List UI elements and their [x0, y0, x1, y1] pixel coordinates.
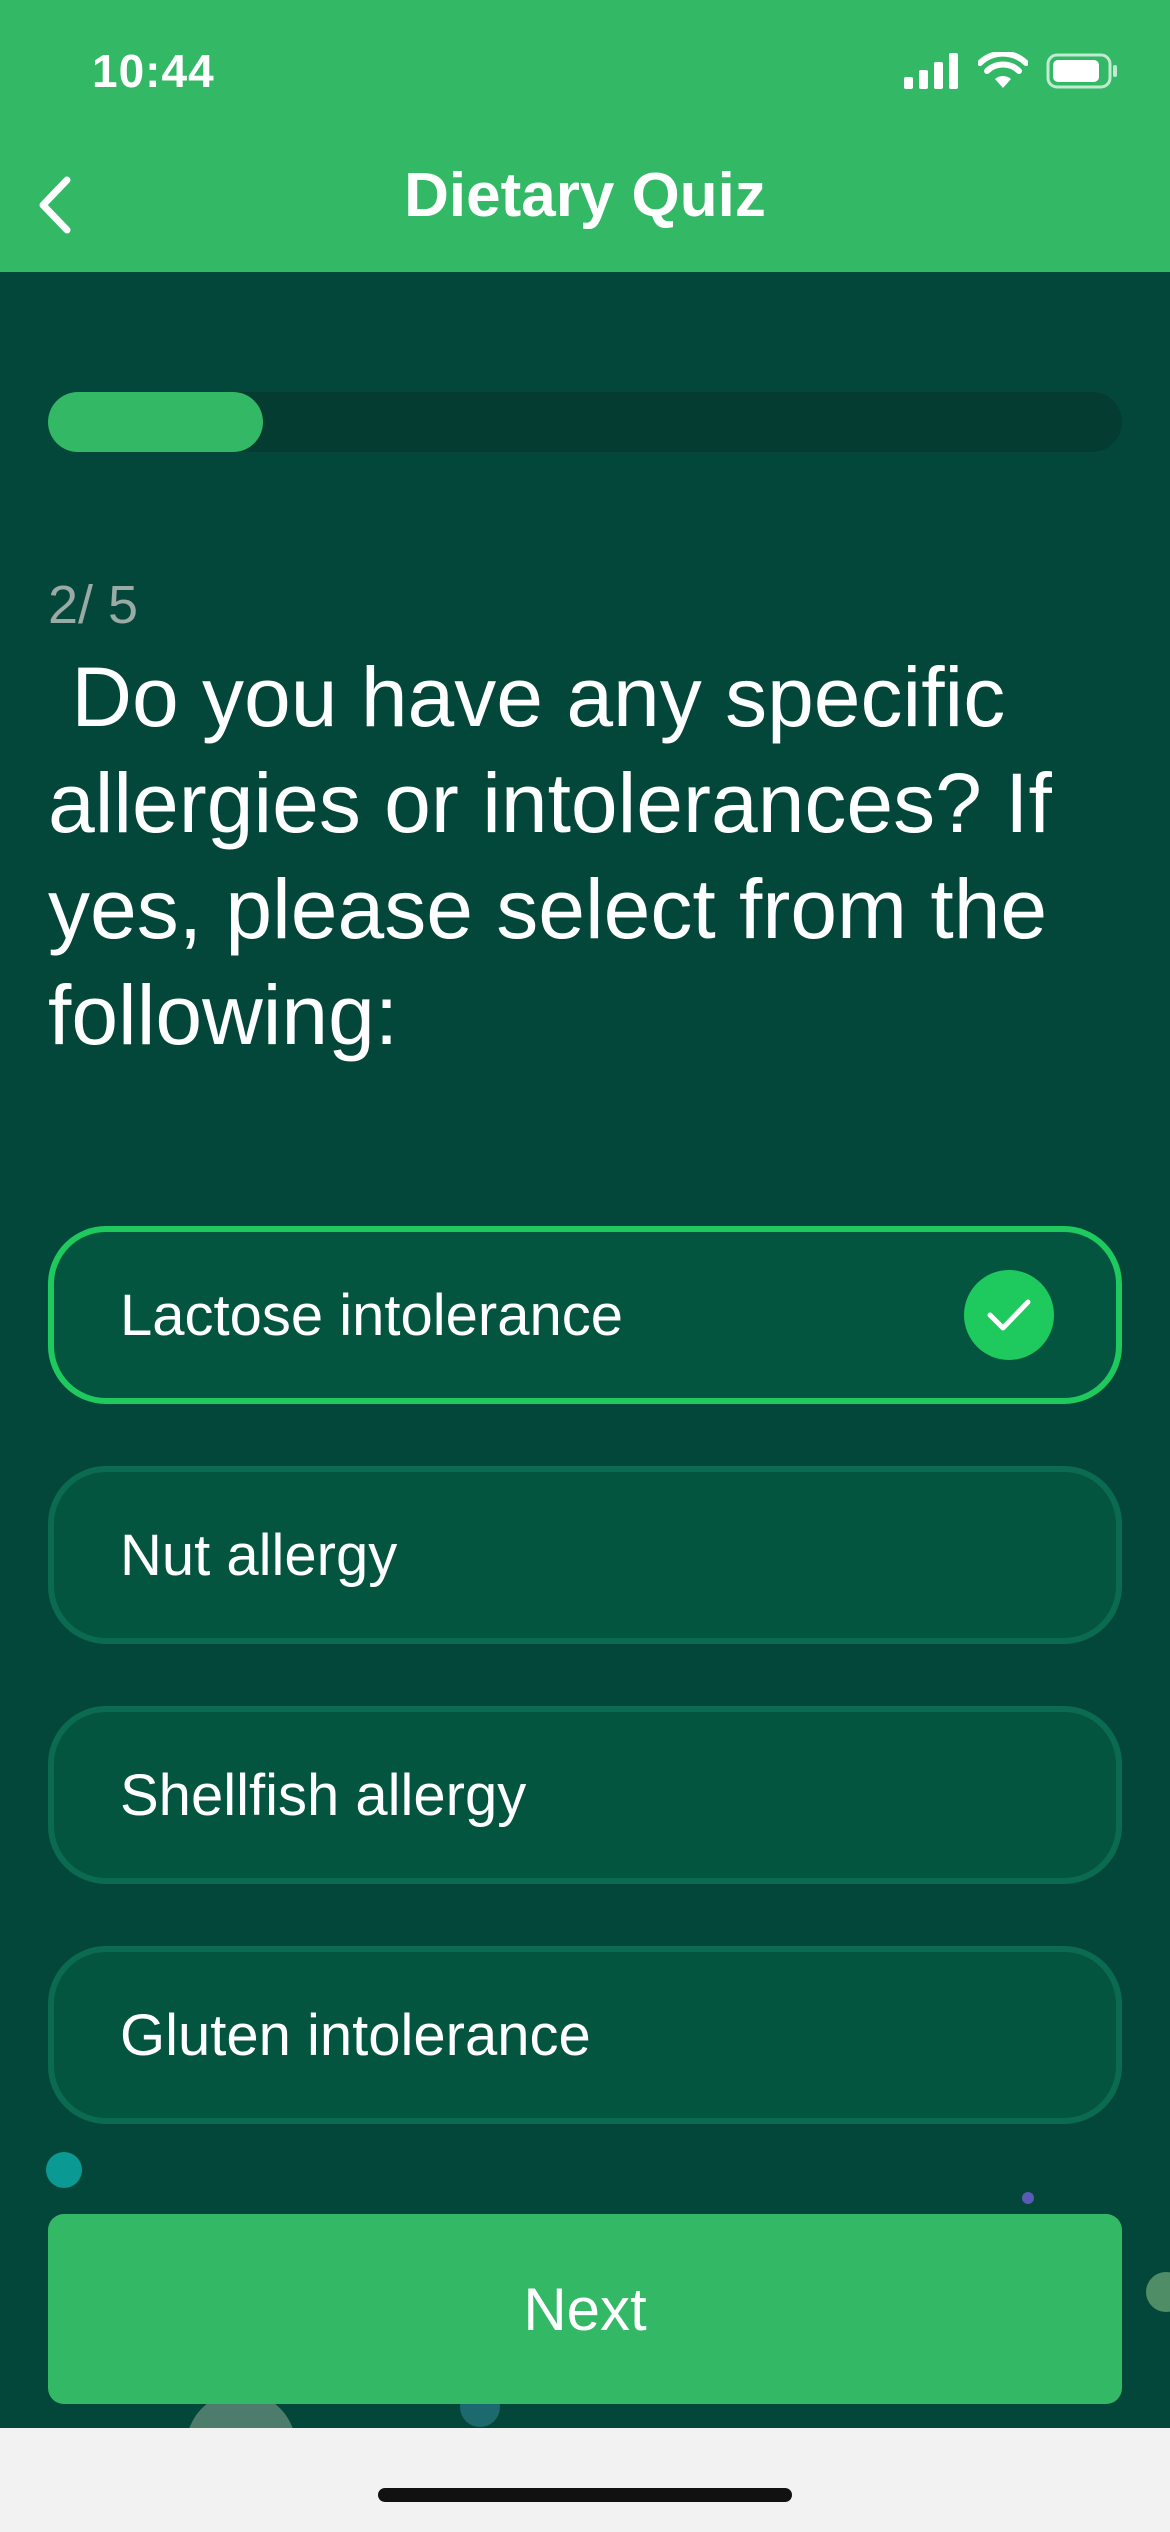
- decorative-dot: [1022, 2192, 1034, 2204]
- progress-bar: [48, 392, 1122, 452]
- option-lactose-intolerance[interactable]: Lactose intolerance: [48, 1226, 1122, 1404]
- option-label: Lactose intolerance: [120, 1282, 623, 1348]
- decorative-dot: [1146, 2272, 1170, 2312]
- question-text: Do you have any specific allergies or in…: [48, 650, 1076, 1062]
- option-label: Shellfish allergy: [120, 1762, 527, 1828]
- cellular-signal-icon: [904, 53, 958, 89]
- status-icons: [904, 52, 1118, 90]
- home-indicator: [378, 2488, 792, 2502]
- decorative-dot: [46, 2152, 82, 2188]
- option-nut-allergy[interactable]: Nut allergy: [48, 1466, 1122, 1644]
- quiz-content: 2/ 5 Do you have any specific allergies …: [0, 272, 1170, 2428]
- option-gluten-intolerance[interactable]: Gluten intolerance: [48, 1946, 1122, 2124]
- page-title: Dietary Quiz: [404, 161, 766, 230]
- wifi-icon: [978, 52, 1028, 88]
- app-header: 10:44 Dietary Quiz: [0, 0, 1170, 272]
- check-icon: [964, 1270, 1054, 1360]
- option-shellfish-allergy[interactable]: Shellfish allergy: [48, 1706, 1122, 1884]
- next-button[interactable]: Next: [48, 2214, 1122, 2404]
- battery-icon: [1046, 53, 1117, 89]
- status-time: 10:44: [92, 45, 215, 97]
- question-counter: 2/ 5: [48, 575, 139, 635]
- progress-fill: [48, 392, 263, 452]
- option-label: Nut allergy: [120, 1522, 398, 1588]
- option-label: Gluten intolerance: [120, 2002, 591, 2068]
